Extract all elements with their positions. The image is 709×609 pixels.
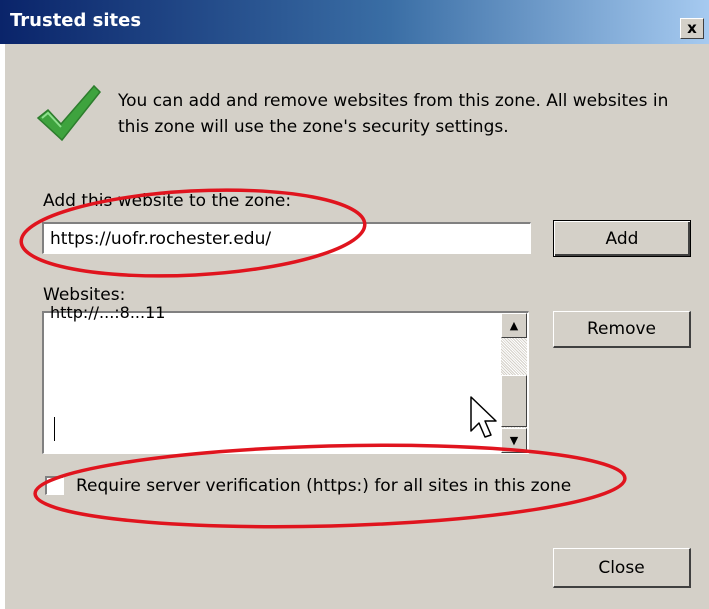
add-website-label: Add this website to the zone: (43, 191, 292, 211)
window-edge (0, 44, 5, 609)
remove-button[interactable]: Remove (553, 311, 691, 348)
websites-label: Websites: (43, 285, 126, 305)
title-close-button[interactable]: x (680, 18, 704, 39)
websites-scrollbar[interactable]: ▲ ▼ (501, 313, 527, 453)
list-item[interactable]: http://...:8...11 (50, 303, 165, 322)
checkmark-icon (36, 84, 102, 142)
dialog-title: Trusted sites (10, 10, 142, 31)
scroll-down-arrow-icon[interactable]: ▼ (501, 428, 527, 453)
zone-info-text: You can add and remove websites from thi… (118, 91, 669, 137)
title-bar[interactable]: Trusted sites x (0, 0, 709, 44)
scroll-up-arrow-icon[interactable]: ▲ (501, 313, 527, 338)
mouse-cursor-icon (470, 396, 497, 438)
require-verification-checkbox[interactable] (45, 476, 64, 495)
text-caret (54, 417, 55, 441)
website-url-input[interactable] (42, 222, 531, 254)
trusted-sites-dialog: Trusted sites x You can add and remove w… (0, 0, 709, 609)
close-button[interactable]: Close (553, 548, 691, 588)
websites-list[interactable]: http://...:8...11 ▲ ▼ (42, 303, 529, 454)
require-verification-label[interactable]: Require server verification (https:) for… (76, 476, 571, 496)
scrollbar-thumb[interactable] (501, 375, 527, 427)
add-button[interactable]: Add (553, 220, 691, 257)
